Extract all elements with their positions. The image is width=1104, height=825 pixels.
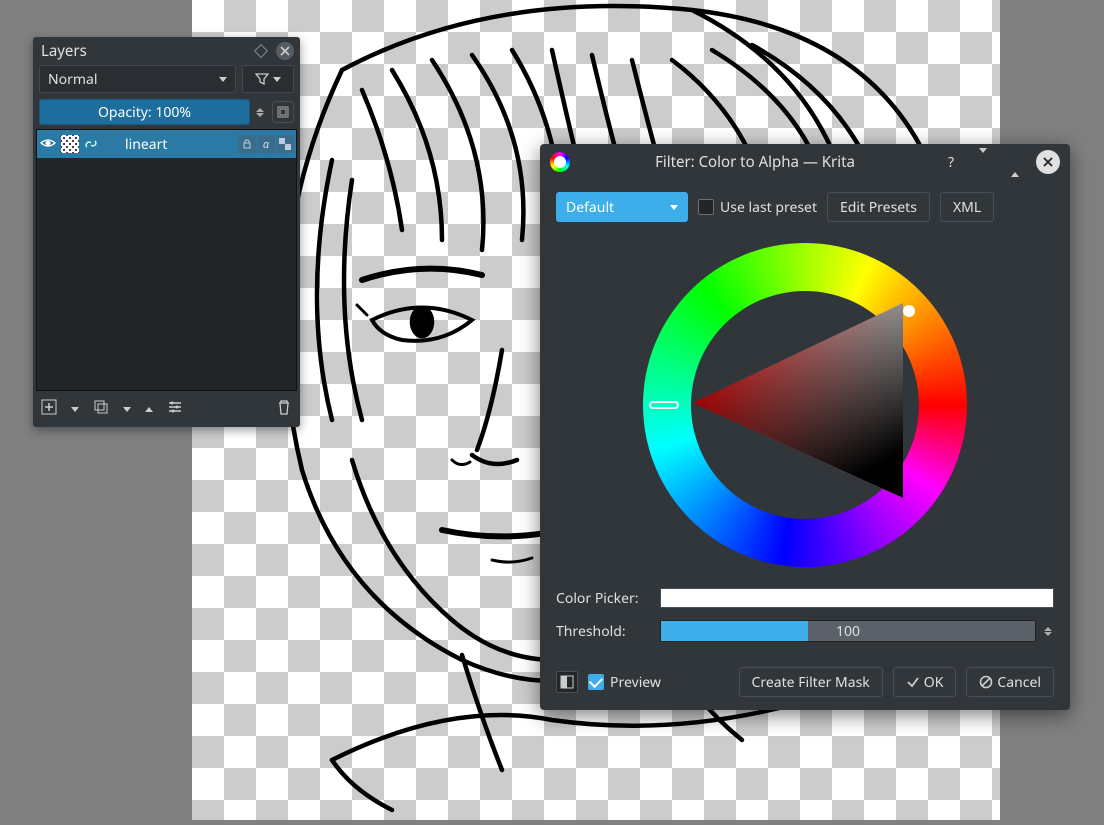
- layers-panel: Layers Normal Opacity: 100%: [33, 37, 300, 427]
- chevron-down-icon: [219, 77, 227, 82]
- xml-button[interactable]: XML: [940, 192, 994, 222]
- layer-list[interactable]: lineart α: [36, 129, 297, 391]
- delete-layer-button[interactable]: [276, 399, 292, 420]
- threshold-label: Threshold:: [556, 622, 652, 641]
- add-layer-button[interactable]: [41, 399, 57, 420]
- checkbox-icon: [698, 199, 714, 215]
- float-icon[interactable]: [254, 44, 268, 58]
- use-last-preset-checkbox[interactable]: Use last preset: [698, 198, 817, 217]
- use-last-preset-label: Use last preset: [720, 198, 817, 217]
- alpha-inherit-icon[interactable]: [276, 135, 294, 153]
- opacity-value: 100%: [155, 103, 191, 122]
- preview-checkbox[interactable]: Preview: [588, 673, 661, 692]
- layer-properties-button[interactable]: [167, 399, 183, 420]
- link-icon[interactable]: [83, 137, 97, 151]
- hue-marker[interactable]: [649, 401, 679, 409]
- edit-presets-button[interactable]: Edit Presets: [827, 192, 930, 222]
- split-preview-toggle[interactable]: [556, 671, 578, 693]
- opacity-label: Opacity:: [98, 103, 152, 122]
- layers-title: Layers: [41, 41, 87, 61]
- move-down-button[interactable]: [123, 407, 131, 412]
- move-up-button[interactable]: [145, 407, 153, 412]
- layer-name[interactable]: lineart: [101, 135, 234, 154]
- chevron-down-icon: [670, 205, 678, 210]
- color-picker-swatch[interactable]: [660, 588, 1054, 608]
- alpha-icon[interactable]: α: [257, 135, 275, 153]
- lock-icon[interactable]: [238, 135, 256, 153]
- opacity-slider[interactable]: Opacity: 100%: [39, 99, 250, 125]
- filter-dialog: Filter: Color to Alpha — Krita ? Default…: [540, 144, 1070, 710]
- app-icon: [550, 152, 570, 172]
- threshold-spinner[interactable]: [1044, 627, 1054, 636]
- cancel-button[interactable]: Cancel: [966, 667, 1054, 697]
- ok-button[interactable]: OK: [893, 667, 957, 697]
- create-filter-mask-button[interactable]: Create Filter Mask: [739, 667, 883, 697]
- color-picker-label: Color Picker:: [556, 589, 652, 608]
- preview-label: Preview: [610, 673, 661, 692]
- layer-thumbnail[interactable]: [61, 135, 79, 153]
- opacity-spinner[interactable]: [256, 108, 266, 117]
- preset-select[interactable]: Default: [556, 192, 688, 222]
- threshold-value: 100: [836, 622, 860, 641]
- sv-triangle[interactable]: [693, 303, 913, 503]
- layers-titlebar[interactable]: Layers: [33, 37, 300, 65]
- help-button[interactable]: ?: [940, 153, 962, 172]
- opacity-options-button[interactable]: [272, 101, 294, 123]
- color-wheel[interactable]: [643, 243, 967, 567]
- dialog-title: Filter: Color to Alpha — Krita: [580, 152, 930, 172]
- close-button[interactable]: [1036, 150, 1060, 174]
- chevron-down-icon[interactable]: [972, 153, 994, 172]
- visibility-icon[interactable]: [39, 135, 57, 154]
- threshold-slider[interactable]: 100: [660, 620, 1036, 642]
- cancel-icon: [979, 675, 993, 689]
- layer-filter-button[interactable]: [242, 65, 294, 93]
- checkbox-icon: [588, 674, 604, 690]
- preset-value: Default: [566, 198, 614, 217]
- chevron-down-icon: [273, 77, 281, 82]
- layer-item[interactable]: lineart α: [37, 130, 296, 158]
- chevron-up-icon[interactable]: [1004, 153, 1026, 172]
- dialog-titlebar[interactable]: Filter: Color to Alpha — Krita ?: [540, 144, 1070, 180]
- check-icon: [906, 675, 920, 689]
- add-layer-menu[interactable]: [71, 407, 79, 412]
- blend-mode-select[interactable]: Normal: [39, 65, 236, 93]
- sv-handle[interactable]: [903, 305, 915, 317]
- blend-mode-value: Normal: [48, 70, 97, 89]
- funnel-icon: [255, 72, 269, 86]
- close-icon[interactable]: [276, 42, 294, 60]
- duplicate-layer-button[interactable]: [93, 399, 109, 420]
